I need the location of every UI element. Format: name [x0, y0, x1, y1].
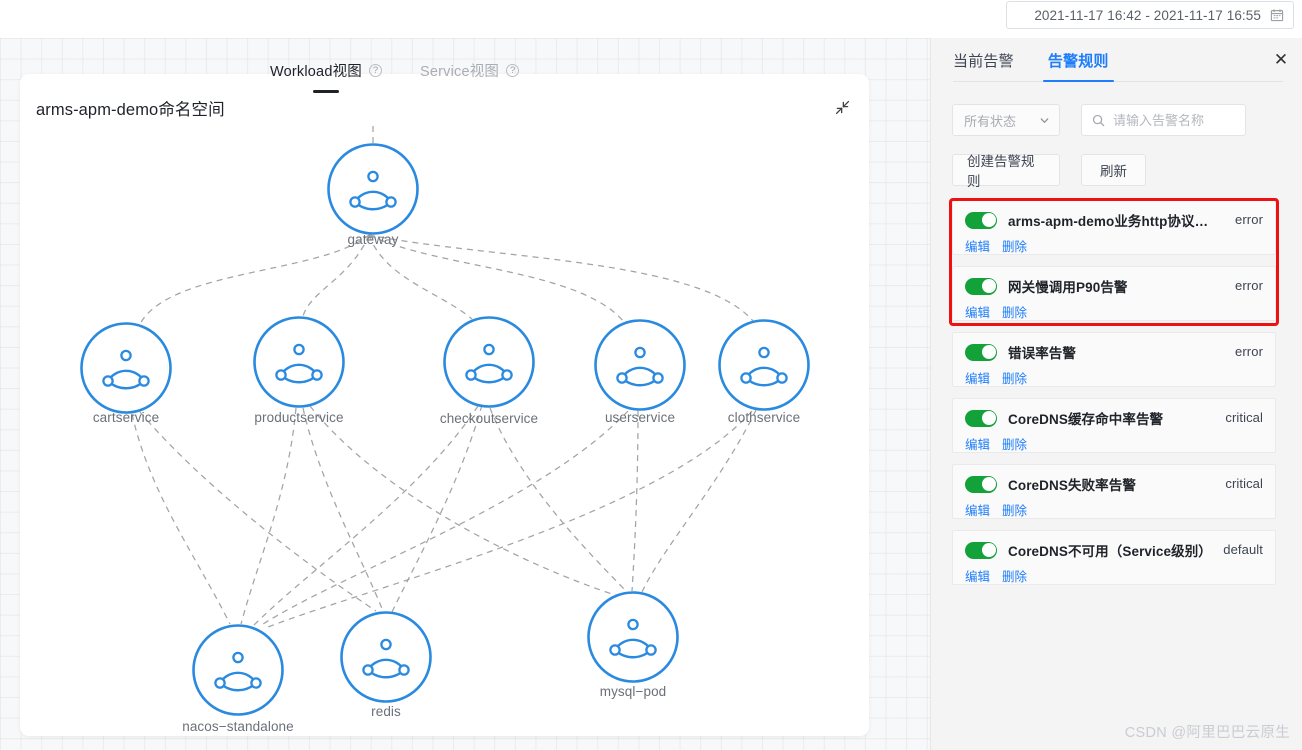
node-mysql-pod[interactable]	[587, 591, 679, 683]
alert-panel-tabs: 当前告警 告警规则	[953, 50, 1283, 82]
node-gateway[interactable]	[327, 143, 419, 235]
status-badge: default	[1223, 542, 1263, 557]
edit-link[interactable]: 编辑	[965, 500, 990, 519]
status-badge: error	[1235, 278, 1263, 293]
rule-actions: 编辑 删除	[965, 566, 1263, 585]
node-label-clothservice: clothservice	[727, 410, 801, 425]
node-checkoutservice[interactable]	[443, 316, 535, 408]
question-circle-icon[interactable]: ?	[506, 64, 520, 77]
topology-card: arms-apm-demo命名空间 gateway cartservice pr…	[20, 74, 869, 736]
node-redis[interactable]	[340, 611, 432, 703]
node-cartservice[interactable]	[80, 322, 172, 414]
delete-link[interactable]: 删除	[1002, 566, 1027, 585]
topology-graph	[80, 126, 810, 716]
create-alert-rule-button[interactable]: 创建告警规则	[952, 154, 1060, 189]
rule-name: CoreDNS缓存命中率告警	[1008, 412, 1164, 427]
refresh-button[interactable]: 刷新	[1081, 154, 1146, 186]
rule-name: 网关慢调用P90告警	[1008, 280, 1128, 295]
calendar-icon	[1270, 9, 1284, 22]
rule-enabled-toggle[interactable]	[965, 541, 997, 559]
status-badge: critical	[1225, 410, 1263, 425]
delete-link[interactable]: 删除	[1002, 302, 1027, 321]
toggle-knob	[981, 543, 996, 557]
graph-nodes	[80, 143, 810, 716]
rule-actions: 编辑 删除	[965, 236, 1263, 255]
delete-link[interactable]: 删除	[1002, 500, 1027, 519]
rule-enabled-toggle[interactable]	[965, 475, 997, 493]
date-range-picker[interactable]: 2021-11-17 16:42 - 2021-11-17 16:55	[1006, 1, 1294, 29]
status-badge: error	[1235, 212, 1263, 227]
chevron-down-icon	[1040, 117, 1049, 123]
tab-service-view[interactable]: Service视图 ?	[419, 60, 520, 90]
search-input[interactable]	[1113, 112, 1235, 128]
alert-name-search[interactable]	[1081, 104, 1246, 136]
node-label-gateway: gateway	[347, 232, 399, 247]
table-row[interactable]: 错误率告警 error 编辑 删除	[952, 332, 1276, 387]
refresh-label: 刷新	[1100, 164, 1127, 179]
node-label-redis: redis	[371, 704, 401, 719]
create-alert-rule-label: 创建告警规则	[967, 154, 1035, 189]
edit-link[interactable]: 编辑	[965, 368, 990, 387]
node-label-nacos-standalone: nacos−standalone	[182, 719, 294, 734]
rule-actions: 编辑 删除	[965, 434, 1263, 453]
delete-link[interactable]: 删除	[1002, 434, 1027, 453]
table-row[interactable]: arms-apm-demo业务http协议慢调... error 编辑 删除	[952, 200, 1276, 255]
tab-workload-view[interactable]: Workload视图 ?	[270, 60, 382, 90]
node-clothservice[interactable]	[718, 319, 810, 411]
rule-enabled-toggle[interactable]	[965, 409, 997, 427]
edit-link[interactable]: 编辑	[965, 566, 990, 585]
toggle-knob	[981, 411, 996, 425]
toggle-knob	[981, 345, 996, 359]
tab-alert-rules[interactable]: 告警规则	[1042, 50, 1114, 82]
edit-link[interactable]: 编辑	[965, 236, 990, 255]
alert-rule-list: arms-apm-demo业务http协议慢调... error 编辑 删除 网…	[952, 200, 1276, 596]
node-productservice[interactable]	[253, 316, 345, 408]
view-tab-bar: Workload视图 ? Service视图 ?	[270, 60, 520, 90]
table-row[interactable]: 网关慢调用P90告警 error 编辑 删除	[952, 266, 1276, 321]
delete-link[interactable]: 删除	[1002, 236, 1027, 255]
node-label-cartservice: cartservice	[92, 410, 160, 425]
tab-workload-label: Workload视图	[270, 64, 362, 80]
edit-link[interactable]: 编辑	[965, 434, 990, 453]
status-badge: critical	[1225, 476, 1263, 491]
node-nacos-standalone[interactable]	[192, 624, 284, 716]
tab-current-alerts-label: 当前告警	[953, 53, 1014, 70]
table-row[interactable]: CoreDNS不可用（Service级别） default 编辑 删除	[952, 530, 1276, 585]
node-label-mysql-pod: mysql−pod	[599, 684, 667, 699]
rule-actions: 编辑 删除	[965, 302, 1263, 321]
rule-enabled-toggle[interactable]	[965, 211, 997, 229]
rule-actions: 编辑 删除	[965, 368, 1263, 387]
rule-actions: 编辑 删除	[965, 500, 1263, 519]
toggle-knob	[981, 279, 996, 293]
rule-name: CoreDNS失败率告警	[1008, 478, 1136, 493]
date-range-text: 2021-11-17 16:42 - 2021-11-17 16:55	[1034, 7, 1261, 23]
node-userservice[interactable]	[594, 319, 686, 411]
node-label-userservice: userservice	[604, 410, 676, 425]
question-circle-icon[interactable]: ?	[368, 64, 382, 77]
rule-name: arms-apm-demo业务http协议慢调...	[1008, 214, 1220, 229]
rule-enabled-toggle[interactable]	[965, 343, 997, 361]
table-row[interactable]: CoreDNS失败率告警 critical 编辑 删除	[952, 464, 1276, 519]
status-filter-select[interactable]: 所有状态	[952, 104, 1060, 136]
node-label-productservice: productservice	[254, 410, 344, 425]
delete-link[interactable]: 删除	[1002, 368, 1027, 387]
edit-link[interactable]: 编辑	[965, 302, 990, 321]
rule-name: CoreDNS不可用（Service级别）	[1008, 544, 1212, 559]
toggle-knob	[981, 213, 996, 227]
tab-alert-rules-label: 告警规则	[1047, 53, 1109, 70]
tab-current-alerts[interactable]: 当前告警	[953, 50, 1014, 71]
status-filter-value: 所有状态	[964, 113, 1017, 129]
node-label-checkoutservice: checkoutservice	[439, 411, 539, 426]
search-icon	[1092, 114, 1105, 126]
toggle-knob	[981, 477, 996, 491]
watermark: CSDN @阿里巴巴云原生	[1124, 725, 1290, 741]
page-root: 2021-11-17 16:42 - 2021-11-17 16:55 Work…	[0, 0, 1302, 750]
rule-name: 错误率告警	[1008, 346, 1076, 361]
tab-service-label: Service视图	[419, 64, 500, 80]
rule-enabled-toggle[interactable]	[965, 277, 997, 295]
top-bar: 2021-11-17 16:42 - 2021-11-17 16:55	[0, 0, 1302, 38]
status-badge: error	[1235, 344, 1263, 359]
table-row[interactable]: CoreDNS缓存命中率告警 critical 编辑 删除	[952, 398, 1276, 453]
